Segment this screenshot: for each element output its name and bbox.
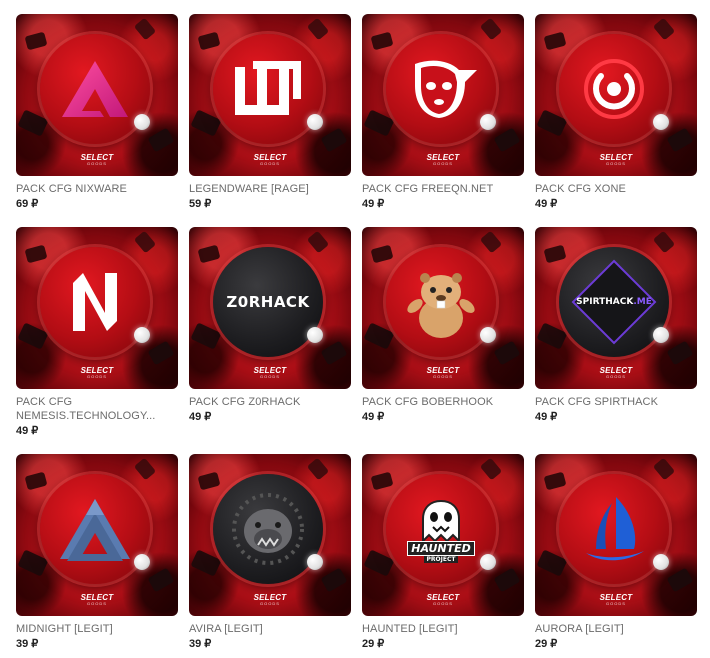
product-card[interactable]: SELECT GOODS PACK CFG XONE 49 ₽ — [535, 14, 697, 211]
product-title[interactable]: PACK CFG SPIRTHACK — [535, 395, 697, 409]
product-thumbnail[interactable]: SELECT GOODS — [16, 454, 178, 616]
product-thumbnail[interactable]: Z0RHACK SELECT GOODS — [189, 227, 351, 389]
beaver-icon — [386, 247, 496, 357]
product-title[interactable]: LEGENDWARE [RAGE] — [189, 182, 351, 196]
product-price: 49 ₽ — [362, 411, 385, 423]
ball-icon — [307, 554, 323, 570]
product-title[interactable]: MIDNIGHT [LEGIT] — [16, 622, 178, 636]
nixware-triangle-icon — [40, 34, 150, 144]
product-price: 49 ₽ — [535, 198, 558, 210]
haunted-ghost-icon: HAUNTED PROJECT — [386, 474, 496, 584]
brand-logo: SELECT GOODS — [426, 366, 460, 379]
product-card[interactable]: SELECT GOODS AURORA [LEGIT] 29 ₽ — [535, 454, 697, 651]
product-thumbnail[interactable]: SELECT GOODS — [535, 14, 697, 176]
product-thumbnail[interactable]: SELECT GOODS — [16, 14, 178, 176]
product-price: 39 ₽ — [189, 638, 212, 650]
product-thumbnail[interactable]: SELECT GOODS — [362, 14, 524, 176]
product-thumbnail[interactable]: SELECT GOODS — [16, 227, 178, 389]
freeqn-mask-icon — [386, 34, 496, 144]
product-title[interactable]: PACK CFG FREEQN.NET — [362, 182, 524, 196]
product-price: 69 ₽ — [16, 198, 39, 210]
product-thumbnail[interactable]: SPIRTHACK.ME SELECT GOODS — [535, 227, 697, 389]
xone-ring-icon — [559, 34, 669, 144]
avira-bulldog-icon — [213, 474, 323, 584]
product-price: 49 ₽ — [535, 411, 558, 423]
spirthack-diamond-logo: SPIRTHACK.ME — [559, 247, 669, 357]
product-thumbnail[interactable]: SELECT GOODS — [535, 454, 697, 616]
product-title[interactable]: AURORA [LEGIT] — [535, 622, 697, 636]
brand-logo: SELECT GOODS — [253, 366, 287, 379]
product-card[interactable]: SPIRTHACK.ME SELECT GOODS PACK CFG SPIRTH… — [535, 227, 697, 424]
product-price: 39 ₽ — [16, 638, 39, 650]
product-price: 49 ₽ — [189, 411, 212, 423]
ball-icon — [134, 327, 150, 343]
ball-icon — [480, 114, 496, 130]
midnight-penrose-triangle-icon — [40, 474, 150, 584]
product-card[interactable]: Z0RHACK SELECT GOODS PACK CFG Z0RHACK 49 … — [189, 227, 351, 424]
product-card[interactable]: SELECT GOODS AVIRA [LEGIT] 39 ₽ — [189, 454, 351, 651]
nemesis-n-icon — [40, 247, 150, 357]
product-price: 29 ₽ — [535, 638, 558, 650]
brand-logo: SELECT GOODS — [599, 366, 633, 379]
ball-icon — [480, 327, 496, 343]
brand-logo: SELECT GOODS — [80, 366, 114, 379]
product-thumbnail[interactable]: SELECT GOODS — [189, 454, 351, 616]
product-price: 29 ₽ — [362, 638, 385, 650]
z0rhack-text-logo: Z0RHACK — [213, 247, 323, 357]
brand-logo: SELECT GOODS — [253, 593, 287, 606]
product-thumbnail[interactable]: HAUNTED PROJECT SELECT GOODS — [362, 454, 524, 616]
legendware-lw-icon — [213, 34, 323, 144]
product-title[interactable]: AVIRA [LEGIT] — [189, 622, 351, 636]
product-card[interactable]: SELECT GOODS LEGENDWARE [RAGE] 59 ₽ — [189, 14, 351, 211]
brand-logo: SELECT GOODS — [80, 153, 114, 166]
ball-icon — [307, 327, 323, 343]
product-title[interactable]: PACK CFG Z0RHACK — [189, 395, 351, 409]
product-price: 49 ₽ — [362, 198, 385, 210]
ball-icon — [653, 114, 669, 130]
product-thumbnail[interactable]: SELECT GOODS — [189, 14, 351, 176]
ball-icon — [653, 327, 669, 343]
ball-icon — [480, 554, 496, 570]
ball-icon — [134, 114, 150, 130]
product-card[interactable]: SELECT GOODS PACK CFG FREEQN.NET 49 ₽ — [362, 14, 524, 211]
product-card[interactable]: SELECT GOODS PACK CFG BOBERHOOK 49 ₽ — [362, 227, 524, 424]
aurora-sail-icon — [559, 474, 669, 584]
product-title[interactable]: HAUNTED [LEGIT] — [362, 622, 524, 636]
brand-logo: SELECT GOODS — [426, 153, 460, 166]
brand-logo: SELECT GOODS — [253, 153, 287, 166]
product-title[interactable]: PACK CFG NIXWARE — [16, 182, 178, 196]
product-card[interactable]: SELECT GOODS PACK CFG NIXWARE 69 ₽ — [16, 14, 178, 211]
product-card[interactable]: SELECT GOODS PACK CFG NEMESIS.TECHNOLOGY.… — [16, 227, 178, 438]
product-title[interactable]: PACK CFG BOBERHOOK — [362, 395, 524, 409]
product-price: 59 ₽ — [189, 198, 212, 210]
brand-logo: SELECT GOODS — [426, 593, 460, 606]
brand-logo: SELECT GOODS — [599, 593, 633, 606]
ball-icon — [134, 554, 150, 570]
product-card[interactable]: HAUNTED PROJECT SELECT GOODS HAUNTED [LEG… — [362, 454, 524, 651]
product-title[interactable]: PACK CFG NEMESIS.TECHNOLOGY... — [16, 395, 178, 423]
product-card[interactable]: SELECT GOODS MIDNIGHT [LEGIT] 39 ₽ — [16, 454, 178, 651]
product-thumbnail[interactable]: SELECT GOODS — [362, 227, 524, 389]
product-price: 49 ₽ — [16, 425, 39, 437]
product-title[interactable]: PACK CFG XONE — [535, 182, 697, 196]
ball-icon — [653, 554, 669, 570]
brand-logo: SELECT GOODS — [80, 593, 114, 606]
brand-logo: SELECT GOODS — [599, 153, 633, 166]
ball-icon — [307, 114, 323, 130]
